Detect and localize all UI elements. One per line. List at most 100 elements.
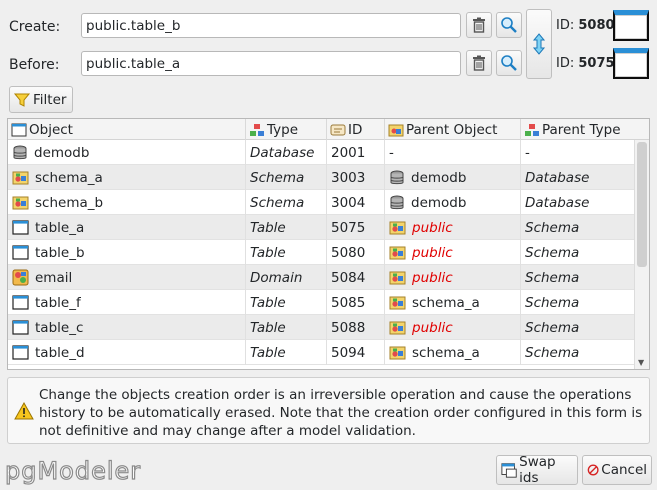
find-create-button[interactable] [496, 12, 522, 38]
schema-icon [388, 124, 404, 136]
trash-icon [473, 17, 485, 33]
table-row[interactable]: table_b Table 5080 public Schema [8, 240, 634, 265]
cell-type: Table [246, 340, 327, 365]
object-type: Table [250, 294, 286, 311]
object-name: table_c [35, 319, 84, 336]
table-icon [12, 345, 29, 360]
cancel-button[interactable]: Cancel [582, 455, 652, 485]
schema-icon [389, 270, 406, 285]
clear-before-button[interactable] [466, 50, 492, 76]
object-name: schema_a [35, 169, 103, 186]
before-id-label: ID: [556, 56, 575, 71]
column-parent-object[interactable]: Parent Object [385, 119, 521, 140]
cell-parent-object: schema_a [385, 290, 521, 315]
create-table-icon [613, 10, 649, 41]
swap-ids-button[interactable]: Swap ids [496, 454, 578, 486]
scroll-down-arrow-icon[interactable]: ▼ [638, 358, 644, 367]
create-object-field[interactable]: public.table_b [81, 13, 461, 38]
table-row[interactable]: table_f Table 5085 schema_a Schema [8, 290, 634, 315]
schema-icon [389, 345, 406, 360]
create-id-value: 5080 [578, 18, 615, 33]
object-name: table_a [35, 219, 85, 236]
object-id: 5084 [331, 269, 366, 286]
type-icon [250, 123, 264, 136]
object-type: Table [250, 219, 286, 236]
object-id: 5094 [331, 344, 366, 361]
cell-object: schema_a [8, 165, 246, 190]
cell-object: table_c [8, 315, 246, 340]
cell-object: table_d [8, 340, 246, 365]
cell-object: schema_b [8, 190, 246, 215]
cell-type: Domain [246, 265, 327, 290]
table-icon [12, 295, 29, 310]
parent-type: - [525, 144, 530, 161]
object-id: 5088 [331, 319, 366, 336]
cell-parent-object: public [385, 215, 521, 240]
cell-parent-type: Schema [521, 290, 634, 315]
before-table-icon [613, 48, 649, 79]
object-type: Domain [250, 269, 303, 286]
object-id: 3003 [331, 169, 366, 186]
find-before-button[interactable] [496, 50, 522, 76]
parent-type: Schema [525, 344, 580, 361]
table-row[interactable]: table_d Table 5094 schema_a Schema [8, 340, 634, 365]
scrollbar-thumb[interactable] [637, 142, 647, 267]
table-icon [11, 123, 27, 136]
cell-type: Table [246, 215, 327, 240]
cell-type: Table [246, 290, 327, 315]
vertical-scrollbar[interactable]: ▼ [634, 140, 649, 369]
before-label: Before: [9, 57, 60, 73]
object-id: 5085 [331, 294, 366, 311]
column-object[interactable]: Object [8, 119, 246, 140]
parent-type: Schema [525, 219, 580, 236]
parent-object-name: schema_a [412, 344, 480, 361]
cell-parent-object: public [385, 265, 521, 290]
schema-icon [389, 245, 406, 260]
column-parent-type[interactable]: Parent Type [521, 119, 634, 140]
object-type: Database [250, 144, 315, 161]
table-row[interactable]: schema_a Schema 3003 demodb Database [8, 165, 634, 190]
object-id: 5075 [331, 219, 366, 236]
object-type: Table [250, 244, 286, 261]
cell-id: 3003 [327, 165, 385, 190]
table-header: Object Type ID Parent Object Parent Type [8, 119, 649, 140]
cell-parent-object: public [385, 315, 521, 340]
cell-parent-object: schema_a [385, 340, 521, 365]
cell-parent-object: demodb [385, 190, 521, 215]
schema-icon [389, 320, 406, 335]
schema-icon [12, 170, 29, 185]
parent-type: Database [525, 194, 590, 211]
table-row[interactable]: table_a Table 5075 public Schema [8, 215, 634, 240]
before-object-field[interactable]: public.table_a [81, 51, 461, 76]
cell-type: Table [246, 315, 327, 340]
database-icon [389, 170, 405, 186]
swap-order-button[interactable] [526, 9, 552, 79]
table-row[interactable]: table_c Table 5088 public Schema [8, 315, 634, 340]
column-type[interactable]: Type [246, 119, 327, 140]
filter-icon [13, 93, 31, 107]
table-row[interactable]: email Domain 5084 public Schema [8, 265, 634, 290]
object-name: schema_b [35, 194, 104, 211]
table-row[interactable]: demodb Database 2001 - - [8, 140, 634, 165]
column-id[interactable]: ID [327, 119, 385, 140]
filter-button[interactable]: Filter [9, 86, 74, 113]
table-icon [12, 220, 29, 235]
id-icon [330, 124, 346, 135]
object-name: demodb [34, 144, 90, 161]
object-id: 3004 [331, 194, 366, 211]
object-name: table_d [35, 344, 85, 361]
cell-type: Database [246, 140, 327, 165]
schema-icon [389, 295, 406, 310]
table-row[interactable]: schema_b Schema 3004 demodb Database [8, 190, 634, 215]
parent-object-name: public [412, 244, 453, 261]
cell-id: 5088 [327, 315, 385, 340]
table-icon [12, 320, 29, 335]
object-name: table_b [35, 244, 85, 261]
cell-id: 5075 [327, 215, 385, 240]
clear-create-button[interactable] [466, 12, 492, 38]
objects-table[interactable]: Object Type ID Parent Object Parent Type… [7, 118, 650, 370]
parent-type: Schema [525, 269, 580, 286]
schema-icon [389, 220, 406, 235]
parent-type: Schema [525, 244, 580, 261]
database-icon [12, 145, 28, 161]
